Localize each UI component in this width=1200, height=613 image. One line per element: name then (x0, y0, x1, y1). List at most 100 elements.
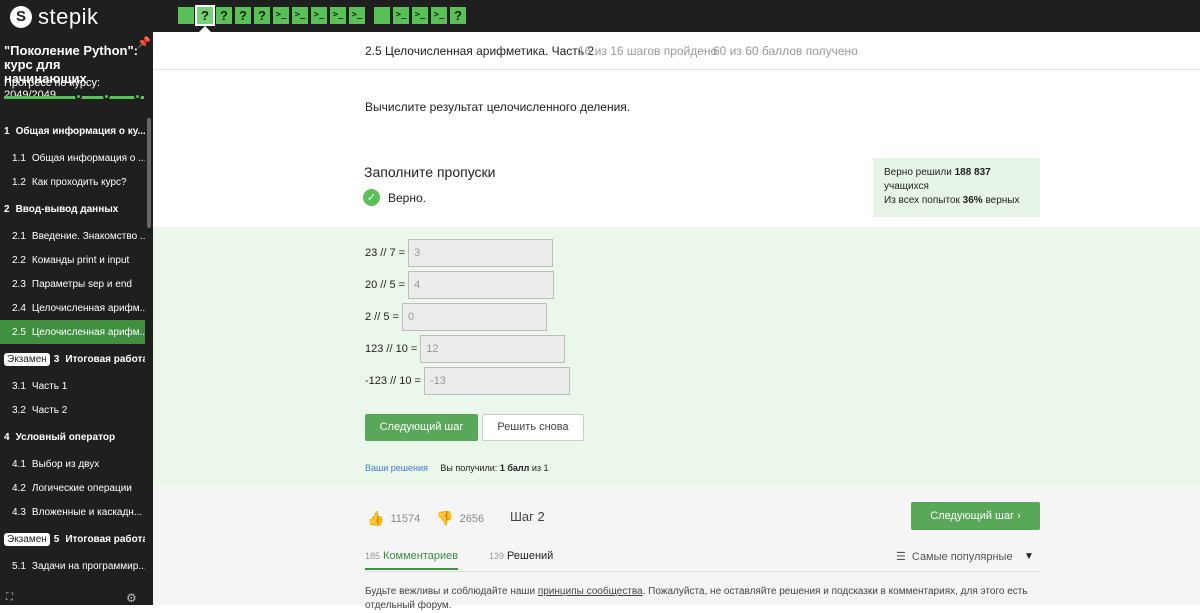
stepik-logo-icon: S (10, 6, 32, 28)
step-3-quiz-icon[interactable]: ? (216, 7, 232, 24)
stats-line-2: учащихся (884, 181, 929, 192)
received-label: Вы получили: (440, 463, 498, 473)
question-expr: 123 // 10 = (365, 343, 418, 355)
sidebar-section[interactable]: 2 Ввод-вывод данных (0, 194, 145, 224)
item-label: Команды print и input (31, 254, 130, 266)
step-7-code-icon[interactable]: >_ (292, 7, 308, 24)
item-label: Условный оператор (15, 431, 116, 443)
sidebar-scrollbar[interactable] (147, 118, 151, 228)
sidebar-lesson[interactable]: 2.2 Команды print и input (0, 248, 145, 272)
sidebar-lesson[interactable]: 3.2 Часть 2 (0, 398, 145, 422)
collapse-icon[interactable]: ⛶ (6, 592, 13, 603)
step-10-code-icon[interactable]: >_ (349, 7, 365, 24)
received-value: 1 балл (499, 463, 530, 473)
thumbs-up-icon[interactable]: 👍 (367, 510, 384, 527)
item-number: 2.3 (12, 278, 26, 290)
step-5-quiz-icon[interactable]: ? (254, 7, 270, 24)
item-number: 1.1 (12, 152, 26, 164)
tab-count: 139 (489, 551, 505, 561)
next-step-footer-button[interactable]: Следующий шаг › (911, 502, 1040, 530)
item-number: 2.5 (12, 326, 26, 338)
question-expr: 23 // 7 = (365, 247, 406, 259)
sidebar-lesson[interactable]: 2.4 Целочисленная арифм... (0, 296, 145, 320)
answer-input[interactable]: 4 (408, 271, 555, 299)
pin-icon[interactable]: 📌 (137, 36, 151, 49)
thumbs-down-icon[interactable]: 👎 (436, 510, 453, 527)
step-2-quiz-icon[interactable]: ? (195, 5, 215, 26)
sidebar-lesson[interactable]: 4.3 Вложенные и каскадн... (0, 500, 145, 524)
sort-dropdown[interactable]: ☰ Самые популярные (896, 550, 1013, 564)
item-number: 4.3 (12, 506, 26, 518)
tab-comments[interactable]: 185 Комментариев (365, 550, 459, 570)
item-label: Общая информация о ку... (15, 125, 145, 137)
answer-input[interactable]: 3 (408, 239, 554, 267)
sidebar-section[interactable]: 4 Условный оператор (0, 422, 145, 452)
answer-input[interactable]: 12 (420, 335, 566, 363)
question-row: 23 // 7 = 3 (365, 239, 554, 267)
sidebar-lesson[interactable]: 5.1 Задачи на программир... (0, 554, 145, 578)
step-4-quiz-icon[interactable]: ? (235, 7, 251, 24)
sort-icon: ☰ (896, 551, 906, 563)
sidebar-section[interactable]: Экзамен5 Итоговая работа... (0, 524, 145, 554)
gear-icon[interactable]: ⚙ (126, 591, 137, 605)
sidebar-lesson[interactable]: 4.2 Логические операции (0, 476, 145, 500)
item-label: Общая информация о ... (31, 152, 145, 164)
step-1-text-icon[interactable] (178, 7, 194, 24)
task-text: Вычислите результат целочисленного делен… (365, 100, 631, 114)
answer-panel (153, 227, 1200, 487)
question-row: 2 // 5 = 0 (365, 303, 547, 331)
step-label: Шаг 2 (510, 509, 545, 524)
stats-attempts-value: 36% (962, 195, 983, 206)
stats-solved-label: Верно решили (884, 167, 952, 178)
question-row: 123 // 10 = 12 (365, 335, 566, 363)
stats-attempts-suffix: верных (985, 195, 1020, 206)
step-12-code-icon[interactable]: >_ (393, 7, 409, 24)
item-number: 4.2 (12, 482, 26, 494)
sidebar-section[interactable]: 1 Общая информация о ку... (0, 116, 145, 146)
sidebar-lesson[interactable]: 2.5 Целочисленная арифм... (0, 320, 145, 344)
course-nav: 1 Общая информация о ку... 1.1 Общая информ… (0, 116, 145, 578)
sidebar-lesson[interactable]: 1.2 Как проходить курс? (0, 170, 145, 194)
tab-solutions[interactable]: 139 Решений (489, 550, 553, 562)
quiz-title: Заполните пропуски (364, 164, 496, 180)
rules-link[interactable]: принципы сообщества (538, 586, 643, 597)
item-number: 3.1 (12, 380, 26, 392)
sidebar-section[interactable]: Экзамен3 Итоговая работа... (0, 344, 145, 374)
lesson-header: 2.5 Целочисленная арифметика. Часть 2 16… (153, 32, 1200, 70)
item-number: 4.1 (12, 458, 26, 470)
step-11-text-icon[interactable] (374, 7, 390, 24)
stats-line-3: Из всех попыток 36% верных (884, 194, 1029, 208)
verdict-text: Верно. (388, 190, 426, 205)
item-number: 2.4 (12, 302, 26, 314)
answer-input[interactable]: -13 (423, 367, 570, 395)
step-13-code-icon[interactable]: >_ (412, 7, 428, 24)
sidebar-lesson[interactable]: 1.1 Общая информация о ... (0, 146, 145, 170)
step-6-code-icon[interactable]: >_ (273, 7, 289, 24)
answer-input[interactable]: 0 (401, 303, 547, 331)
step-14-code-icon[interactable]: >_ (431, 7, 447, 24)
item-number: 5.1 (12, 560, 26, 572)
sidebar-lesson[interactable]: 3.1 Часть 1 (0, 374, 145, 398)
solve-again-button[interactable]: Решить снова (482, 414, 584, 441)
top-bar: S stepik ???? >_ >_ >_ >_ >_ >_ >_ >_? (0, 0, 1200, 32)
item-label: Целочисленная арифм... (31, 326, 145, 338)
tab-count: 185 (365, 551, 381, 561)
received-suffix: из 1 (531, 463, 549, 473)
sidebar-lesson[interactable]: 4.1 Выбор из двух (0, 452, 145, 476)
chevron-right-icon: › (1017, 510, 1021, 522)
community-rules: Будьте вежливы и соблюдайте наши принцип… (365, 585, 1045, 613)
sidebar-lesson[interactable]: 2.3 Параметры sep и end (0, 272, 145, 296)
question-expr: 2 // 5 = (365, 311, 399, 323)
chevron-down-icon[interactable]: ▼ (1024, 551, 1034, 562)
step-9-code-icon[interactable]: >_ (330, 7, 346, 24)
step-15-quiz-icon[interactable]: ? (450, 7, 466, 24)
verdict: ✓ Верно. (363, 189, 426, 206)
logo[interactable]: S stepik (10, 4, 98, 30)
next-step-button[interactable]: Следующий шаг (365, 414, 478, 441)
question-expr: -123 // 10 = (365, 375, 421, 387)
step-8-code-icon[interactable]: >_ (311, 7, 327, 24)
next-step-footer-label: Следующий шаг (930, 510, 1015, 522)
your-solutions-link[interactable]: Ваши решения (365, 463, 428, 473)
sidebar: "Поколение Python": курс для начинающих … (0, 32, 153, 605)
sidebar-lesson[interactable]: 2.1 Введение. Знакомство ... (0, 224, 145, 248)
